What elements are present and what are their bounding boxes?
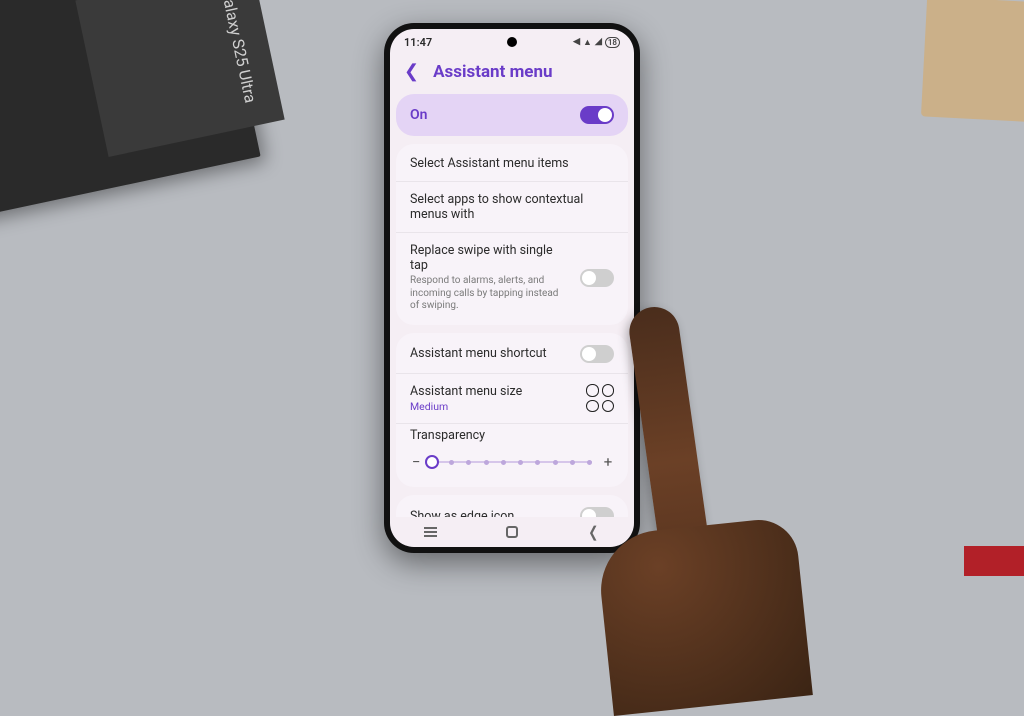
- plus-icon[interactable]: +: [602, 453, 614, 471]
- status-time: 11:47: [404, 36, 432, 49]
- master-toggle-card: On: [396, 94, 628, 136]
- nav-home-button[interactable]: [506, 526, 518, 538]
- appearance-card: Assistant menu shortcut Assistant menu s…: [396, 333, 628, 488]
- slider-track[interactable]: [432, 461, 592, 463]
- menu-size-row[interactable]: Assistant menu size Medium: [396, 374, 628, 425]
- master-toggle-label: On: [410, 107, 427, 123]
- back-button[interactable]: ❮: [404, 61, 419, 82]
- master-toggle-row[interactable]: On: [396, 96, 628, 134]
- wifi-icon: ▲: [583, 37, 592, 48]
- edge-card: Show as edge icon: [396, 495, 628, 517]
- transparency-slider[interactable]: − +: [410, 453, 614, 471]
- sound-icon: ◀: [573, 37, 580, 47]
- select-menu-items-row[interactable]: Select Assistant menu items: [396, 146, 628, 182]
- replace-swipe-title: Replace swipe with single tap: [410, 243, 570, 273]
- menu-size-value: Medium: [410, 401, 576, 414]
- shortcut-switch[interactable]: [580, 345, 614, 363]
- navigation-bar: ❮: [390, 517, 634, 547]
- front-camera: [507, 37, 517, 47]
- master-toggle-switch[interactable]: [580, 106, 614, 124]
- nav-recent-button[interactable]: [424, 527, 437, 537]
- minus-icon[interactable]: −: [410, 453, 422, 471]
- grid-icon: [586, 384, 614, 412]
- edge-icon-switch[interactable]: [580, 507, 614, 517]
- select-menu-items-label: Select Assistant menu items: [410, 156, 614, 171]
- battery-icon: 18: [605, 37, 620, 48]
- shortcut-row[interactable]: Assistant menu shortcut: [396, 335, 628, 374]
- select-apps-label: Select apps to show contextual menus wit…: [410, 192, 614, 222]
- edge-icon-label: Show as edge icon: [410, 509, 570, 517]
- replace-swipe-row[interactable]: Replace swipe with single tap Respond to…: [396, 233, 628, 323]
- signal-icon: ◢: [595, 37, 602, 47]
- transparency-label: Transparency: [410, 428, 614, 443]
- replace-swipe-sub: Respond to alarms, alerts, and incoming …: [410, 275, 570, 313]
- menu-size-title: Assistant menu size: [410, 384, 576, 399]
- page-title: Assistant menu: [433, 62, 552, 82]
- shortcut-label: Assistant menu shortcut: [410, 346, 570, 361]
- edge-icon-row[interactable]: Show as edge icon: [396, 497, 628, 517]
- menu-options-card: Select Assistant menu items Select apps …: [396, 144, 628, 325]
- replace-swipe-switch[interactable]: [580, 269, 614, 287]
- status-icons: ◀ ▲ ◢ 18: [573, 37, 620, 48]
- phone-frame: 11:47 ◀ ▲ ◢ 18 ❮ Assistant menu On Sele: [384, 23, 640, 553]
- nav-back-button[interactable]: ❮: [588, 523, 598, 541]
- screen: 11:47 ◀ ▲ ◢ 18 ❮ Assistant menu On Sele: [390, 29, 634, 547]
- page-header: ❮ Assistant menu: [390, 55, 634, 94]
- slider-thumb[interactable]: [425, 455, 439, 469]
- select-apps-row[interactable]: Select apps to show contextual menus wit…: [396, 182, 628, 233]
